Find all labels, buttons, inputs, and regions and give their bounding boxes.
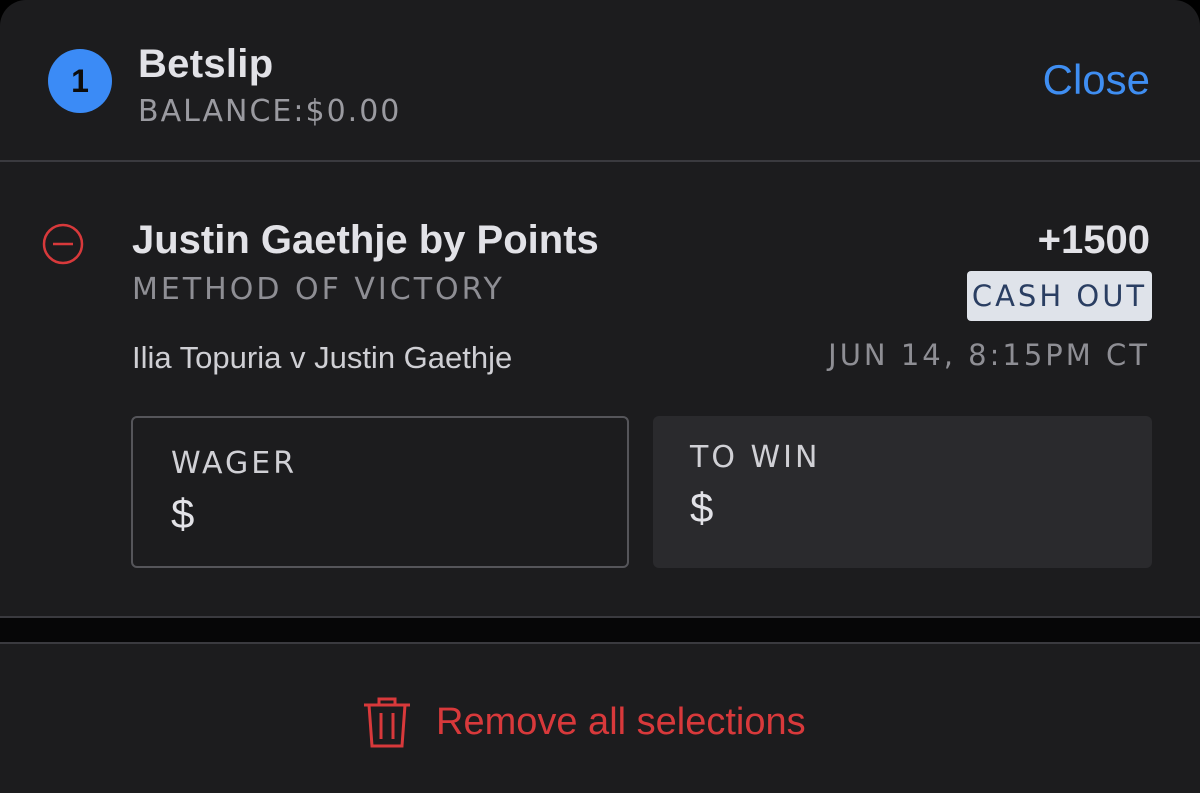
to-win-field: TO WIN $	[653, 416, 1152, 568]
betslip-footer: Remove all selections	[0, 644, 1200, 793]
to-win-label: TO WIN	[690, 440, 821, 475]
betslip-header: 1 Betslip BALANCE:$0.00 Close	[0, 0, 1200, 160]
remove-all-label: Remove all selections	[436, 700, 806, 743]
wager-field[interactable]: WAGER $	[131, 416, 629, 568]
betslip-title: Betslip	[138, 42, 274, 86]
remove-all-button[interactable]: Remove all selections	[362, 694, 806, 750]
close-button[interactable]: Close	[1043, 56, 1150, 104]
event-time: JUN 14, 8:15PM CT	[828, 338, 1150, 372]
balance-text: BALANCE:$0.00	[138, 94, 402, 129]
header-divider	[0, 160, 1200, 162]
cash-out-badge[interactable]: CASH OUT	[967, 271, 1152, 321]
selection-market: METHOD OF VICTORY	[132, 272, 505, 307]
selection-event: Ilia Topuria v Justin Gaethje	[132, 340, 513, 375]
selection-odds: +1500	[1037, 218, 1150, 262]
betslip-sheet: 1 Betslip BALANCE:$0.00 Close Justin Gae…	[0, 0, 1200, 793]
trash-icon	[364, 697, 410, 748]
to-win-value: $	[690, 484, 714, 531]
betslip-panel: 1 Betslip BALANCE:$0.00 Close Justin Gae…	[0, 0, 1200, 793]
selection-title: Justin Gaethje by Points	[132, 218, 599, 262]
section-separator	[0, 616, 1200, 644]
selection-count-badge: 1	[48, 49, 112, 113]
minus-circle-icon[interactable]	[42, 223, 84, 265]
wager-input[interactable]: $	[171, 490, 194, 538]
wager-label: WAGER	[171, 446, 298, 481]
